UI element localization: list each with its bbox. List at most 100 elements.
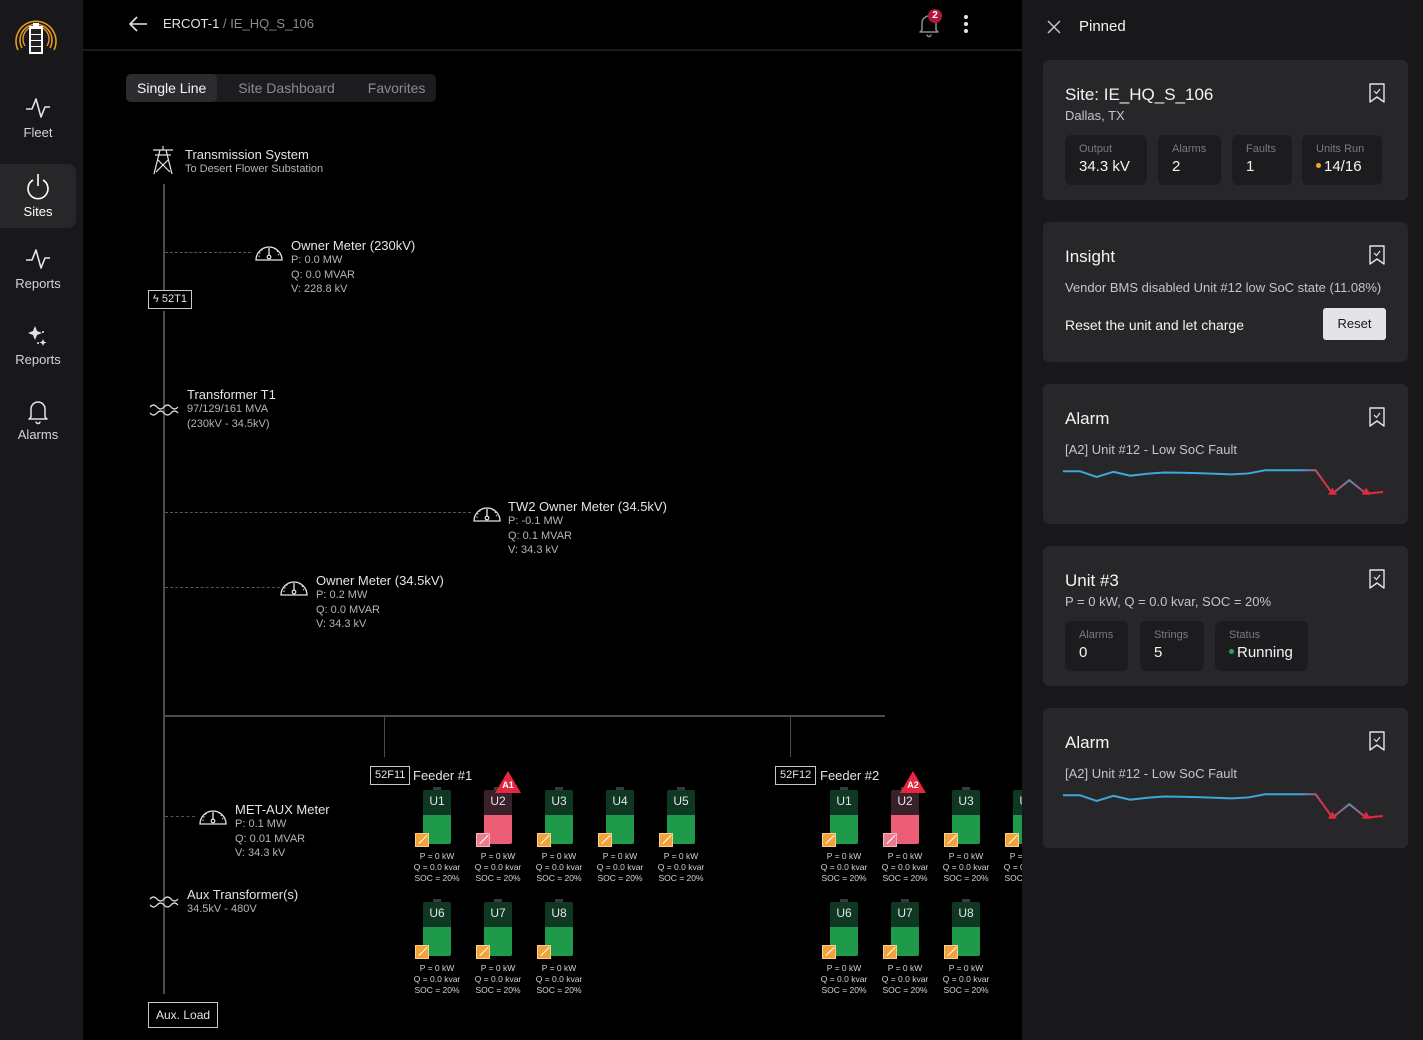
- breadcrumb-site: IE_HQ_S_106: [230, 16, 315, 31]
- battery-unit-u6[interactable]: U6 P = 0 kW Q = 0.0 kvar SOC = 20%: [405, 899, 469, 1004]
- inverter-icon: [822, 833, 836, 847]
- inverter-icon: [415, 833, 429, 847]
- transformer-title: Aux Transformer(s): [187, 887, 299, 902]
- battery-unit-u7[interactable]: U7 P = 0 kW Q = 0.0 kvar SOC = 20%: [873, 899, 937, 1004]
- sidebar-item-label: Sites: [23, 204, 53, 219]
- unit-p: P = 0 kW: [419, 963, 455, 973]
- meter-p: P: 0.1 MW: [235, 818, 287, 830]
- stat-faults: Faults 1: [1232, 135, 1292, 185]
- breadcrumb-root[interactable]: ERCOT-1: [163, 16, 219, 31]
- unit-stats: P = 0 kW Q = 0.0 kvar SOC = 20%: [995, 851, 1022, 884]
- battery-unit-u3[interactable]: U3 P = 0 kW Q = 0.0 kvar SOC = 20%: [527, 787, 591, 892]
- transformer-t1[interactable]: Transformer T1 97/129/161 MVA (230kV - 3…: [187, 387, 276, 431]
- met-aux-meter[interactable]: MET-AUX Meter P: 0.1 MW Q: 0.01 MVAR V: …: [235, 802, 330, 861]
- alarm-title: Alarm: [1065, 409, 1110, 428]
- sidebar-item-alarms[interactable]: Alarms: [0, 397, 76, 461]
- main-content: ERCOT-1 / IE_HQ_S_106 2 Single Line Site…: [83, 0, 1022, 1040]
- meter-tap-line: [165, 512, 471, 513]
- unit-name: U6: [830, 902, 858, 927]
- bookmark-check-icon[interactable]: [1368, 730, 1386, 752]
- bookmark-check-icon[interactable]: [1368, 568, 1386, 590]
- unit-soc: SOC = 20%: [882, 873, 928, 883]
- owner-meter-34-5kv[interactable]: Owner Meter (34.5kV) P: 0.2 MW Q: 0.0 MV…: [316, 573, 444, 632]
- unit-card[interactable]: Unit #3 P = 0 kW, Q = 0.0 kvar, SOC = 20…: [1043, 546, 1408, 686]
- power-icon: [27, 174, 49, 200]
- alarm-card[interactable]: Alarm [A2] Unit #12 - Low SoC Fault: [1043, 708, 1408, 848]
- more-options-icon[interactable]: [961, 13, 971, 35]
- unit-name: U4: [606, 790, 634, 815]
- alarm-card[interactable]: Alarm [A2] Unit #12 - Low SoC Fault: [1043, 384, 1408, 524]
- tab-site-dashboard[interactable]: Site Dashboard: [217, 74, 346, 102]
- battery-unit-u4[interactable]: U4 P = 0 kW Q = 0.0 kvar SOC = 20%: [995, 787, 1022, 892]
- battery-unit-u6[interactable]: U6 P = 0 kW Q = 0.0 kvar SOC = 20%: [812, 899, 876, 1004]
- unit-q: Q = 0.0 kvar: [474, 862, 522, 872]
- battery-unit-u2[interactable]: U2 P = 0 kW Q = 0.0 kvar SOC = 20%: [873, 787, 937, 892]
- owner-meter-230kv[interactable]: Owner Meter (230kV) P: 0.0 MW Q: 0.0 MVA…: [291, 238, 415, 297]
- tab-single-line[interactable]: Single Line: [126, 74, 218, 102]
- breaker-52f12[interactable]: 52F12: [775, 766, 817, 785]
- meter-tap-line: [165, 587, 280, 588]
- battery-unit-u8[interactable]: U8 P = 0 kW Q = 0.0 kvar SOC = 20%: [527, 899, 591, 1004]
- stat-value: 1: [1246, 158, 1255, 175]
- battery-unit-u4[interactable]: U4 P = 0 kW Q = 0.0 kvar SOC = 20%: [588, 787, 652, 892]
- bookmark-check-icon[interactable]: [1368, 82, 1386, 104]
- bookmark-check-icon[interactable]: [1368, 244, 1386, 266]
- back-arrow-icon[interactable]: [127, 14, 149, 34]
- stat-value: 34.3 kV: [1079, 158, 1130, 175]
- battery-unit-u7[interactable]: U7 P = 0 kW Q = 0.0 kvar SOC = 20%: [466, 899, 530, 1004]
- sidebar-item-fleet[interactable]: Fleet: [0, 95, 76, 159]
- unit-stats: P = 0 kW Q = 0.0 kvar SOC = 20%: [812, 963, 876, 996]
- unit-soc: SOC = 20%: [536, 985, 582, 995]
- unit-soc: SOC = 20%: [943, 873, 989, 883]
- unit-q: Q = 0.0 kvar: [1003, 862, 1022, 872]
- sidebar-item-sites[interactable]: Sites: [0, 164, 76, 228]
- sidebar-item-ai-reports[interactable]: Reports: [0, 322, 76, 386]
- unit-name: U7: [484, 902, 512, 927]
- bookmark-check-icon[interactable]: [1368, 406, 1386, 428]
- inverter-icon: [476, 833, 490, 847]
- meter-p: P: 0.0 MW: [291, 254, 343, 266]
- alarm-triangle-icon[interactable]: A2: [899, 770, 927, 794]
- breaker-52t1[interactable]: ϟ 52T1: [148, 290, 192, 309]
- site-card[interactable]: Site: IE_HQ_S_106 Dallas, TX Output 34.3 …: [1043, 60, 1408, 200]
- stat-alarms: Alarms 2: [1158, 135, 1221, 185]
- insight-message: Vendor BMS disabled Unit #12 low SoC sta…: [1065, 280, 1382, 295]
- close-icon[interactable]: [1046, 19, 1062, 35]
- unit-name: U8: [952, 902, 980, 927]
- tw2-owner-meter[interactable]: TW2 Owner Meter (34.5kV) P: -0.1 MW Q: 0…: [508, 499, 667, 558]
- meter-q: Q: 0.0 MVAR: [291, 268, 355, 281]
- battery-unit-u5[interactable]: U5 P = 0 kW Q = 0.0 kvar SOC = 20%: [649, 787, 713, 892]
- unit-q: Q = 0.0 kvar: [942, 974, 990, 984]
- aux-transformer[interactable]: Aux Transformer(s) 34.5kV - 480V: [187, 887, 298, 917]
- unit-q: Q = 0.0 kvar: [474, 974, 522, 984]
- inverter-icon: [415, 945, 429, 959]
- alarm-label: A2: [907, 780, 919, 790]
- sidebar-item-reports[interactable]: Reports: [0, 246, 76, 310]
- unit-soc: SOC = 20%: [882, 985, 928, 995]
- battery-unit-u8[interactable]: U8 P = 0 kW Q = 0.0 kvar SOC = 20%: [934, 899, 998, 1004]
- meter-title: MET-AUX Meter: [235, 802, 330, 817]
- inverter-icon: [944, 945, 958, 959]
- unit-name: U4: [1013, 790, 1022, 815]
- battery-unit-u1[interactable]: U1 P = 0 kW Q = 0.0 kvar SOC = 20%: [405, 787, 469, 892]
- reset-button[interactable]: Reset: [1323, 308, 1386, 340]
- battery-unit-u2[interactable]: U2 P = 0 kW Q = 0.0 kvar SOC = 20%: [466, 787, 530, 892]
- unit-name: U5: [667, 790, 695, 815]
- sidebar-item-label: Alarms: [17, 427, 59, 442]
- battery-unit-u3[interactable]: U3 P = 0 kW Q = 0.0 kvar SOC = 20%: [934, 787, 998, 892]
- alarm-sparkline: [1063, 469, 1384, 496]
- insight-card[interactable]: Insight Vendor BMS disabled Unit #12 low…: [1043, 222, 1408, 362]
- alarm-triangle-icon[interactable]: A1: [494, 770, 522, 794]
- stat-value: 2: [1172, 158, 1181, 175]
- transmission-system[interactable]: Transmission System To Desert Flower Sub…: [185, 147, 323, 177]
- unit-q: Q = 0.0 kvar: [657, 862, 705, 872]
- meter-v: V: 228.8 kV: [291, 283, 348, 295]
- aux-load[interactable]: Aux. Load: [148, 1002, 219, 1028]
- inverter-icon: [537, 833, 551, 847]
- meter-tap-line: [165, 252, 251, 253]
- transmission-title: Transmission System: [185, 147, 309, 162]
- battery-unit-u1[interactable]: U1 P = 0 kW Q = 0.0 kvar SOC = 20%: [812, 787, 876, 892]
- inverter-icon: [883, 945, 897, 959]
- breaker-52f11[interactable]: 52F11: [370, 766, 411, 785]
- tab-favorites[interactable]: Favorites: [346, 74, 437, 102]
